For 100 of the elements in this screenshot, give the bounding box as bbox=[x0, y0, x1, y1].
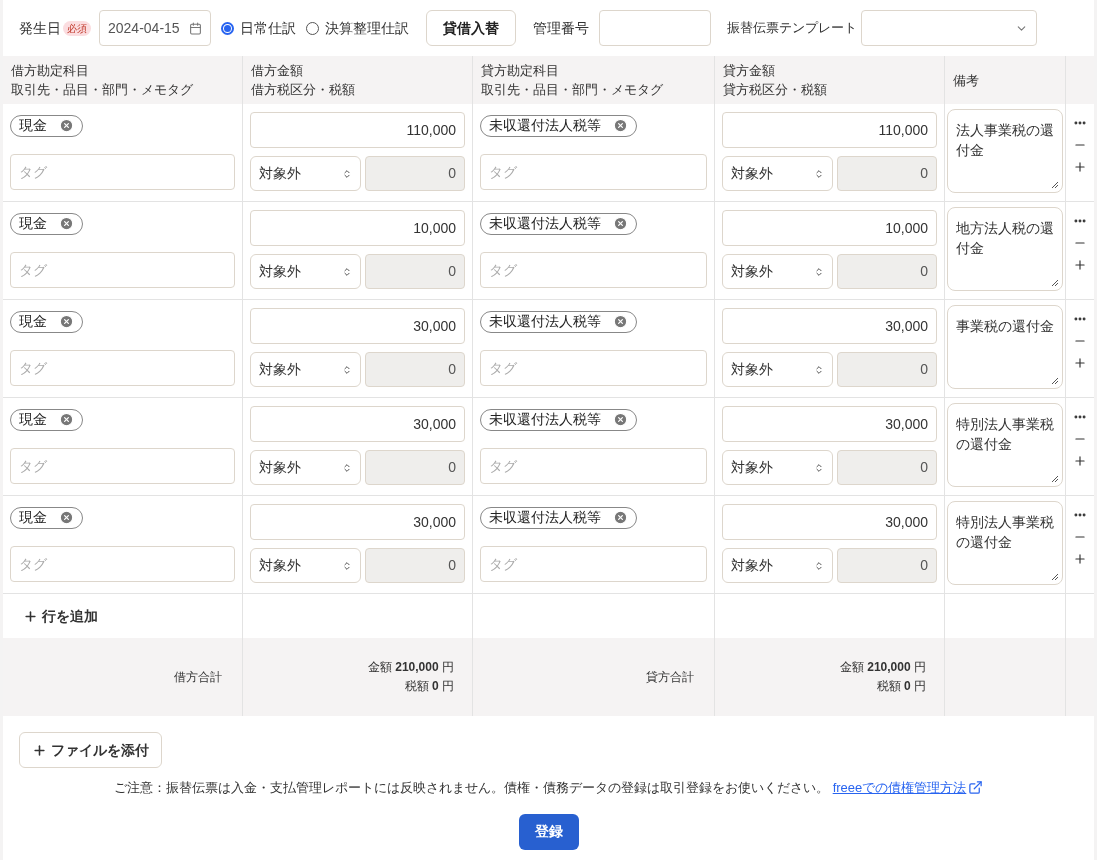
calendar-icon bbox=[189, 21, 202, 35]
remove-icon[interactable] bbox=[59, 314, 74, 329]
tax-amount-field: 0 bbox=[837, 548, 937, 583]
tax-select[interactable]: 対象外 bbox=[722, 352, 833, 387]
updown-icon bbox=[342, 462, 352, 473]
amount-input[interactable]: 30,000 bbox=[250, 406, 465, 442]
column-subheader: 借方税区分・税額 bbox=[251, 81, 356, 99]
template-label: 振替伝票テンプレート bbox=[727, 19, 857, 38]
column-header: 借方金額 bbox=[251, 62, 304, 80]
debit-total-amount: 金額 210,000 円 bbox=[367, 659, 454, 676]
journal-type-radio[interactable]: 決算整理仕訳 bbox=[306, 17, 409, 39]
amount-input[interactable]: 30,000 bbox=[722, 504, 937, 540]
remove-icon[interactable] bbox=[613, 510, 628, 525]
account-chip[interactable]: 現金 bbox=[10, 408, 83, 431]
journal-type-radio[interactable]: 日常仕訳 bbox=[221, 17, 296, 39]
amount-input[interactable]: 30,000 bbox=[250, 504, 465, 540]
notice-text: ご注意：振替伝票は入金・支払管理レポートには反映されません。債権・債務データの登録は取引登録をお使いください。 bbox=[113, 779, 829, 797]
column-header: 借方勘定科目 bbox=[11, 62, 90, 80]
number-input[interactable] bbox=[599, 10, 711, 46]
resize-handle-icon bbox=[1051, 475, 1059, 483]
amount-input[interactable]: 10,000 bbox=[250, 210, 465, 246]
date-label: 発生日 bbox=[19, 18, 61, 38]
memo-field[interactable]: 地方法人税の還付金 bbox=[947, 207, 1063, 291]
add-row-icon[interactable] bbox=[1072, 356, 1087, 370]
tax-select[interactable]: 対象外 bbox=[250, 548, 361, 583]
tax-select[interactable]: 対象外 bbox=[250, 156, 361, 191]
attach-file-button[interactable]: ファイルを添付 bbox=[19, 732, 162, 768]
date-field[interactable]: 2024-04-15 bbox=[99, 10, 211, 46]
remove-icon[interactable] bbox=[613, 412, 628, 427]
tax-select[interactable]: 対象外 bbox=[722, 548, 833, 583]
tax-amount-field: 0 bbox=[365, 548, 465, 583]
tag-input[interactable]: タグ bbox=[10, 350, 235, 386]
tax-amount-field: 0 bbox=[365, 156, 465, 191]
resize-handle-icon bbox=[1051, 377, 1059, 385]
remove-icon[interactable] bbox=[59, 216, 74, 231]
column-header: 貸方勘定科目 bbox=[481, 62, 560, 80]
account-chip[interactable]: 現金 bbox=[10, 506, 83, 529]
amount-input[interactable]: 30,000 bbox=[250, 308, 465, 344]
remove-icon[interactable] bbox=[613, 314, 628, 329]
updown-icon bbox=[342, 560, 352, 571]
resize-handle-icon bbox=[1051, 279, 1059, 287]
plus-icon bbox=[23, 608, 38, 624]
tax-select[interactable]: 対象外 bbox=[250, 254, 361, 289]
updown-icon bbox=[814, 266, 824, 277]
account-chip[interactable]: 現金 bbox=[10, 310, 83, 333]
tag-input[interactable]: タグ bbox=[10, 252, 235, 288]
account-chip[interactable]: 未収還付法人税等 bbox=[480, 408, 637, 431]
remove-icon[interactable] bbox=[59, 510, 74, 525]
account-chip[interactable]: 未収還付法人税等 bbox=[480, 506, 637, 529]
tag-input[interactable]: タグ bbox=[480, 546, 707, 582]
remove-icon[interactable] bbox=[613, 118, 628, 133]
credit-total-tax: 税額 0 円 bbox=[876, 678, 926, 695]
memo-field[interactable]: 事業税の還付金 bbox=[947, 305, 1063, 389]
updown-icon bbox=[814, 364, 824, 375]
submit-button[interactable]: 登録 bbox=[518, 813, 579, 850]
column-subheader: 取引先・品目・部門・メモタグ bbox=[11, 81, 194, 99]
tag-input[interactable]: タグ bbox=[10, 154, 235, 190]
memo-field[interactable]: 特別法人事業税の還付金 bbox=[947, 403, 1063, 487]
tag-input[interactable]: タグ bbox=[480, 350, 707, 386]
tax-select[interactable]: 対象外 bbox=[250, 450, 361, 485]
amount-input[interactable]: 10,000 bbox=[722, 210, 937, 246]
account-chip[interactable]: 未収還付法人税等 bbox=[480, 310, 637, 333]
external-link-icon[interactable] bbox=[968, 780, 984, 796]
required-badge: 必須 bbox=[63, 20, 91, 36]
resize-handle-icon bbox=[1051, 181, 1059, 189]
remove-icon[interactable] bbox=[59, 412, 74, 427]
account-chip[interactable]: 現金 bbox=[10, 114, 83, 137]
tax-amount-field: 0 bbox=[365, 352, 465, 387]
amount-input[interactable]: 110,000 bbox=[722, 112, 937, 148]
tax-amount-field: 0 bbox=[837, 450, 937, 485]
swap-button[interactable]: 貸借入替 bbox=[426, 10, 516, 46]
amount-input[interactable]: 30,000 bbox=[722, 308, 937, 344]
amount-input[interactable]: 110,000 bbox=[250, 112, 465, 148]
remove-icon[interactable] bbox=[59, 118, 74, 133]
tax-select[interactable]: 対象外 bbox=[722, 450, 833, 485]
account-chip[interactable]: 未収還付法人税等 bbox=[480, 114, 637, 137]
notice-link[interactable]: freeeでの債権管理方法 bbox=[832, 778, 967, 798]
memo-field[interactable]: 法人事業税の還付金 bbox=[947, 109, 1063, 193]
remove-icon[interactable] bbox=[613, 216, 628, 231]
amount-input[interactable]: 30,000 bbox=[722, 406, 937, 442]
account-chip[interactable]: 現金 bbox=[10, 212, 83, 235]
add-row-icon[interactable] bbox=[1072, 552, 1087, 566]
tax-select[interactable]: 対象外 bbox=[722, 254, 833, 289]
tax-select[interactable]: 対象外 bbox=[250, 352, 361, 387]
resize-handle-icon bbox=[1051, 573, 1059, 581]
add-row-icon[interactable] bbox=[1072, 160, 1087, 174]
tag-input[interactable]: タグ bbox=[480, 154, 707, 190]
tag-input[interactable]: タグ bbox=[10, 448, 235, 484]
tag-input[interactable]: タグ bbox=[480, 252, 707, 288]
tax-select[interactable]: 対象外 bbox=[722, 156, 833, 191]
tag-input[interactable]: タグ bbox=[10, 546, 235, 582]
add-row-icon[interactable] bbox=[1072, 258, 1087, 272]
account-chip[interactable]: 未収還付法人税等 bbox=[480, 212, 637, 235]
tag-input[interactable]: タグ bbox=[480, 448, 707, 484]
add-row-button[interactable]: 行を追加 bbox=[23, 605, 98, 627]
column-header: 貸方金額 bbox=[723, 62, 776, 80]
updown-icon bbox=[342, 364, 352, 375]
debit-total-tax: 税額 0 円 bbox=[404, 678, 454, 695]
add-row-icon[interactable] bbox=[1072, 454, 1087, 468]
memo-field[interactable]: 特別法人事業税の還付金 bbox=[947, 501, 1063, 585]
